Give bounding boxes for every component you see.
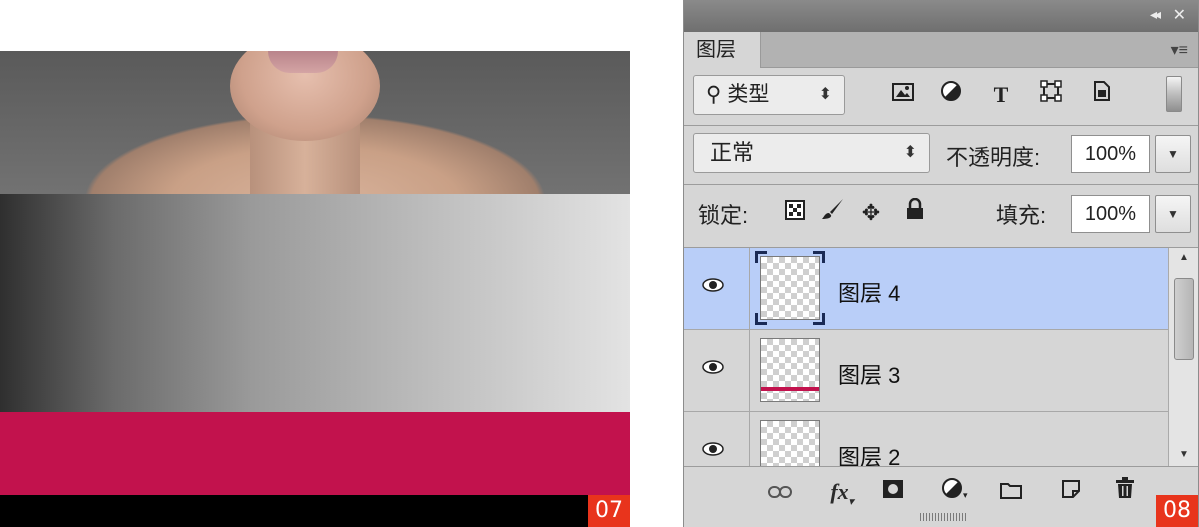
opacity-input[interactable]: 100% [1071, 135, 1150, 173]
layer-name[interactable]: 图层 2 [838, 440, 900, 466]
divider [684, 184, 1198, 185]
lock-transparent-pixels-icon[interactable] [780, 198, 810, 228]
delete-layer-icon[interactable] [1110, 477, 1140, 507]
panel-tab-row: 图层 ▾≡ [684, 32, 1198, 68]
selection-corner [813, 313, 825, 325]
panel-menu-icon[interactable]: ▾≡ [1171, 40, 1188, 60]
svg-text:▾: ▾ [963, 490, 968, 499]
search-icon: ⚲ [706, 83, 722, 106]
layer-thumbnail[interactable] [755, 251, 825, 325]
close-icon[interactable]: ✕ [1173, 5, 1186, 25]
layer-name[interactable]: 图层 4 [838, 276, 900, 308]
collapse-icon[interactable]: ◂◂ [1150, 6, 1161, 23]
visibility-cell[interactable] [684, 248, 750, 330]
layers-panel: ◂◂ ✕ 图层 ▾≡ ⚲ 类型 ⬍ T 正常 ⬍ 不透明度: 100% ▼ 锁定:… [683, 0, 1199, 527]
blend-mode-select[interactable]: 正常 ⬍ [693, 133, 930, 173]
visibility-cell[interactable] [684, 330, 750, 412]
shape-filter-icon[interactable] [1036, 80, 1066, 110]
smart-object-filter-icon[interactable] [1086, 80, 1116, 110]
fill-dropdown-button[interactable]: ▼ [1155, 195, 1191, 233]
spinner-icon: ⬍ [903, 144, 917, 161]
portrait-photo [0, 51, 630, 201]
gray-gradient-band [0, 194, 630, 412]
red-band [0, 412, 630, 495]
adjustment-filter-icon[interactable] [936, 80, 966, 110]
layer-thumbnail[interactable] [760, 420, 820, 466]
layer-row-4[interactable]: 图层 4 [684, 248, 1168, 330]
black-band [0, 495, 630, 527]
eye-icon[interactable] [702, 442, 724, 456]
selection-corner [755, 313, 767, 325]
new-layer-icon[interactable] [1056, 477, 1086, 507]
filter-kind-label: 类型 [727, 83, 770, 106]
divider [684, 125, 1198, 126]
eye-icon[interactable] [702, 360, 724, 374]
link-layers-icon[interactable] [764, 477, 796, 507]
filter-kind-select[interactable]: ⚲ 类型 ⬍ [693, 75, 845, 115]
lock-label: 锁定: [698, 203, 749, 228]
tab-layers[interactable]: 图层 [684, 32, 761, 68]
image-filter-icon[interactable] [888, 80, 918, 110]
lock-position-icon[interactable]: ✥ [856, 198, 886, 228]
resize-grip[interactable] [920, 513, 966, 521]
layer-list: 图层 4 图层 3 图层 2 [684, 248, 1168, 466]
lock-all-icon[interactable] [900, 197, 930, 228]
panel-bottom-toolbar: fx▾ ▾ [684, 466, 1198, 527]
filter-toggle-switch[interactable] [1166, 76, 1182, 112]
scroll-down-icon[interactable]: ▼ [1179, 449, 1189, 460]
figure-number-08: 08 [1156, 495, 1198, 527]
thumbnail-red-strip [761, 387, 819, 391]
blend-mode-value: 正常 [710, 140, 755, 165]
add-mask-icon[interactable] [878, 477, 908, 507]
fill-input[interactable]: 100% [1071, 195, 1150, 233]
layer-thumbnail[interactable] [760, 338, 820, 402]
layer-name[interactable]: 图层 3 [838, 358, 900, 390]
opacity-label: 不透明度: [946, 145, 1041, 170]
canvas-preview [0, 51, 630, 527]
panel-title-bar[interactable]: ◂◂ ✕ [684, 0, 1198, 32]
fill-label: 填充: [996, 203, 1047, 228]
layer-row-2[interactable]: 图层 2 [684, 412, 1168, 466]
adjustment-layer-icon[interactable]: ▾ [938, 477, 974, 507]
scroll-up-icon[interactable]: ▲ [1179, 252, 1189, 263]
lips [268, 51, 338, 73]
figure-number-07: 07 [588, 495, 630, 527]
eye-icon[interactable] [702, 278, 724, 292]
spinner-icon: ⬍ [818, 86, 832, 103]
type-filter-icon[interactable]: T [986, 80, 1016, 110]
layer-list-scrollbar[interactable]: ▲ ▼ [1168, 248, 1198, 466]
scroll-thumb[interactable] [1174, 278, 1194, 360]
opacity-dropdown-button[interactable]: ▼ [1155, 135, 1191, 173]
layer-row-3[interactable]: 图层 3 [684, 330, 1168, 412]
visibility-cell[interactable] [684, 412, 750, 466]
new-group-icon[interactable] [996, 477, 1026, 507]
fx-icon[interactable]: fx▾ [822, 477, 862, 507]
selection-corner [813, 251, 825, 263]
lock-image-pixels-icon[interactable] [818, 198, 848, 228]
selection-corner [755, 251, 767, 263]
